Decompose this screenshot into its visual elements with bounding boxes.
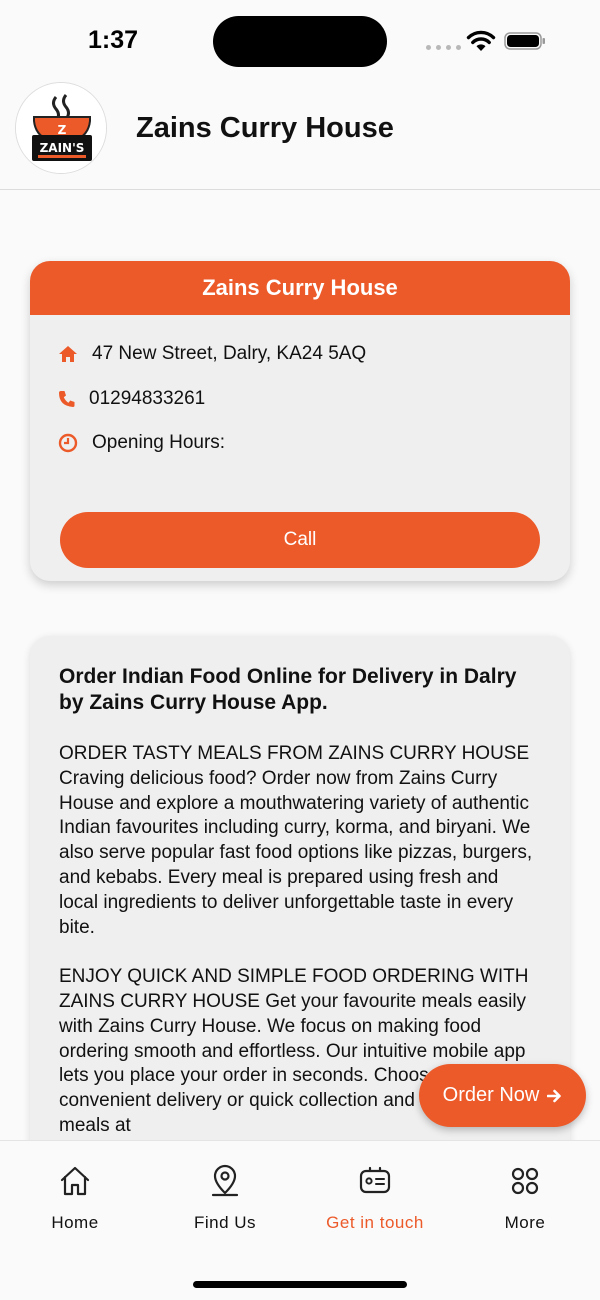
order-now-button[interactable]: Order Now (419, 1064, 586, 1127)
phone-text[interactable]: 01294833261 (89, 388, 205, 410)
tab-label: More (504, 1213, 546, 1232)
tab-find-us[interactable]: Find Us (150, 1163, 300, 1233)
app-header: Z ZAIN'S Zains Curry House (0, 80, 600, 190)
battery-icon (504, 32, 545, 50)
tab-label: Home (51, 1213, 99, 1232)
address-row: 47 New Street, Dalry, KA24 5AQ (58, 343, 366, 365)
logo-text: ZAIN'S (40, 141, 85, 155)
about-heading: Order Indian Food Online for Delivery in… (59, 665, 517, 714)
tab-more[interactable]: More (450, 1163, 600, 1233)
clock-icon (58, 433, 78, 453)
logo-graphic: Z ZAIN'S (16, 83, 106, 173)
home-indicator[interactable] (193, 1281, 407, 1288)
home-icon (60, 1166, 90, 1196)
location-pin-icon (211, 1164, 239, 1197)
dynamic-island (213, 16, 387, 67)
wifi-icon (466, 30, 496, 51)
order-now-label: Order Now (442, 1084, 540, 1106)
info-card-title: Zains Curry House (30, 261, 570, 315)
tab-get-in-touch[interactable]: Get in touch (300, 1163, 450, 1233)
tab-home[interactable]: Home (0, 1163, 150, 1233)
contact-card-icon (359, 1166, 391, 1194)
page-title: Zains Curry House (136, 112, 394, 144)
tab-label: Find Us (193, 1213, 257, 1232)
opening-hours-row: Opening Hours: (58, 432, 225, 454)
status-bar: 1:37 (0, 0, 600, 80)
logo-letter: Z (58, 123, 67, 137)
opening-hours-label: Opening Hours: (92, 432, 226, 453)
phone-icon (59, 391, 75, 407)
cellular-signal-icon (426, 45, 461, 50)
status-time: 1:37 (88, 26, 139, 54)
about-paragraph: ORDER TASTY MEALS FROM ZAINS CURRY HOUSE… (59, 743, 533, 938)
bottom-tab-bar: Home Find Us Get in touch More (0, 1140, 600, 1300)
tab-label: Get in touch (326, 1213, 424, 1232)
restaurant-logo[interactable]: Z ZAIN'S (15, 82, 107, 174)
home-icon (59, 346, 77, 362)
address-text: 47 New Street, Dalry, KA24 5AQ (92, 343, 367, 364)
call-button[interactable]: Call (60, 512, 540, 568)
arrow-right-icon (547, 1089, 562, 1102)
restaurant-info-card: Zains Curry House 47 New Street, Dalry, … (30, 261, 570, 581)
grid-icon (511, 1167, 539, 1195)
phone-row[interactable]: 01294833261 (58, 388, 205, 410)
